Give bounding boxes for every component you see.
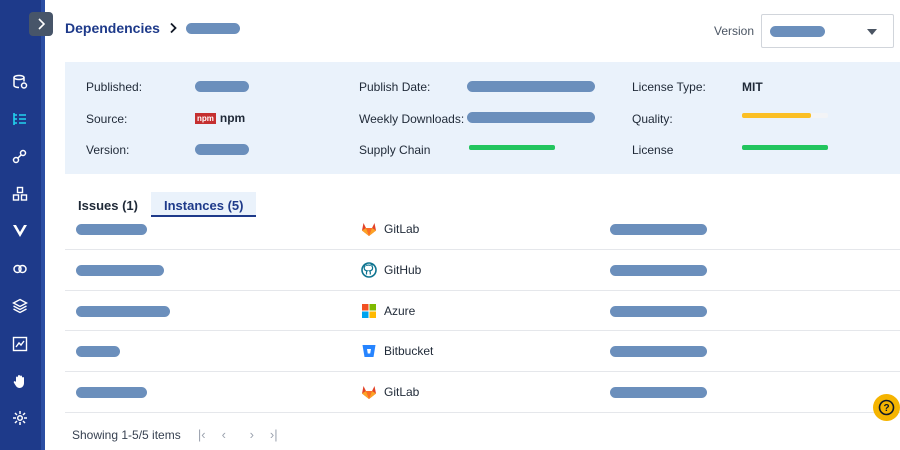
instance-source: Bitbucket	[361, 343, 433, 359]
last-page-button[interactable]: ›|	[267, 427, 281, 442]
sidebar-item-packages[interactable]	[10, 184, 30, 204]
instance-ref-redacted	[610, 224, 707, 235]
app: Dependencies Version Published: Source: …	[0, 0, 900, 450]
sidebar-collapse-button[interactable]	[29, 12, 53, 36]
instance-ref-redacted	[610, 346, 707, 358]
chart-box-icon	[12, 336, 28, 352]
npm-icon: npm	[195, 113, 216, 125]
bitbucket-icon	[362, 345, 376, 358]
package-info-panel: Published: Source: npm npm Version: Publi…	[65, 62, 900, 174]
help-button[interactable]: ?	[873, 394, 900, 421]
azure-icon	[362, 303, 376, 318]
hand-icon	[13, 375, 24, 388]
sidebar-item-dashboard[interactable]	[10, 72, 30, 92]
published-label: Published:	[86, 80, 143, 94]
instance-source: GitHub	[361, 261, 422, 278]
sidebar-item-layers[interactable]	[10, 296, 30, 316]
sidebar-item-reports[interactable]	[10, 334, 30, 354]
version-value-redacted	[770, 26, 825, 37]
version-info-redacted	[195, 144, 249, 155]
source-label: Source:	[86, 112, 128, 126]
instance-source: GitLab	[361, 384, 419, 400]
license-type-value: MIT	[742, 80, 763, 94]
sidebar-item-dependencies[interactable]	[10, 109, 30, 129]
table-row[interactable]: GitHub	[65, 250, 900, 291]
sidebar-item-settings[interactable]	[10, 408, 30, 428]
boxes-icon	[12, 186, 28, 201]
chevron-down-icon	[867, 29, 877, 35]
version-select[interactable]	[761, 14, 894, 48]
source-value: npm npm	[195, 111, 245, 125]
quality-bar	[742, 113, 811, 118]
table-row[interactable]: GitLab	[65, 209, 900, 250]
svg-text:?: ?	[883, 403, 889, 414]
table-row[interactable]: Bitbucket	[65, 331, 900, 373]
table-row[interactable]: GitLab	[65, 372, 900, 413]
instance-name-redacted	[76, 346, 120, 358]
instance-ref-redacted	[610, 387, 707, 399]
instance-name-redacted	[76, 224, 147, 235]
gitlab-icon	[362, 223, 376, 236]
prev-page-button[interactable]: ‹	[217, 427, 231, 442]
github-icon	[361, 261, 377, 278]
instance-source-label: GitLab	[384, 222, 420, 236]
nodes-icon	[12, 149, 27, 164]
link-icon	[13, 264, 27, 274]
gitlab-icon	[362, 386, 376, 400]
instance-source-label: GitHub	[384, 262, 422, 277]
help-icon: ?	[878, 399, 895, 416]
sidebar-item-policies[interactable]	[10, 371, 30, 391]
sidebar-edge	[41, 0, 45, 450]
database-icon	[13, 74, 28, 89]
sidebar-item-vulnerabilities[interactable]	[10, 221, 30, 241]
weekly-downloads-redacted	[467, 112, 595, 123]
layers-icon	[12, 298, 28, 314]
sidebar-item-links[interactable]	[10, 259, 30, 279]
version-info-label: Version:	[86, 143, 130, 157]
sidebar	[0, 0, 45, 450]
published-value-redacted	[195, 81, 249, 92]
instance-name-redacted	[76, 387, 147, 399]
quality-track	[742, 113, 828, 118]
first-page-button[interactable]: |‹	[195, 427, 209, 442]
supply-chain-track	[469, 145, 555, 150]
license-type-label: License Type:	[632, 80, 706, 94]
shield-logo-icon	[13, 225, 27, 237]
breadcrumb: Dependencies	[65, 18, 240, 38]
publish-date-label: Publish Date:	[359, 80, 431, 94]
next-page-button[interactable]: ›	[245, 427, 259, 442]
pagination-summary: Showing 1-5/5 items	[72, 427, 181, 442]
quality-label: Quality:	[632, 112, 673, 126]
instance-source-label: Azure	[384, 303, 416, 318]
instance-source-label: Bitbucket	[384, 344, 434, 359]
chevron-right-icon	[170, 22, 177, 34]
license-track	[742, 145, 828, 150]
weekly-downloads-label: Weekly Downloads:	[359, 112, 465, 126]
instance-source: Azure	[361, 303, 415, 319]
instances-list: GitLab GitHub Azure Bitbucket GitLab	[65, 209, 900, 413]
chevron-right-icon	[38, 18, 46, 30]
supply-chain-bar	[469, 145, 555, 150]
version-label: Version	[714, 24, 755, 38]
gear-icon	[13, 411, 27, 425]
instance-name-redacted	[76, 264, 164, 276]
license-bar	[742, 145, 828, 150]
source-text: npm	[219, 111, 246, 125]
instance-source-label: GitLab	[384, 385, 420, 400]
tree-list-icon	[13, 113, 26, 125]
publish-date-redacted	[467, 81, 595, 92]
instance-name-redacted	[76, 305, 170, 317]
instance-ref-redacted	[610, 305, 707, 317]
pagination: Showing 1-5/5 items |‹ ‹ › ›|	[72, 427, 281, 442]
instance-ref-redacted	[610, 264, 707, 276]
license-label: License	[632, 143, 674, 157]
breadcrumb-current-redacted	[185, 22, 240, 34]
supply-chain-label: Supply Chain	[359, 143, 431, 157]
breadcrumb-dependencies-link[interactable]: Dependencies	[65, 20, 160, 36]
sidebar-item-integrations[interactable]	[10, 147, 30, 167]
instance-source: GitLab	[361, 221, 419, 237]
table-row[interactable]: Azure	[65, 291, 900, 332]
